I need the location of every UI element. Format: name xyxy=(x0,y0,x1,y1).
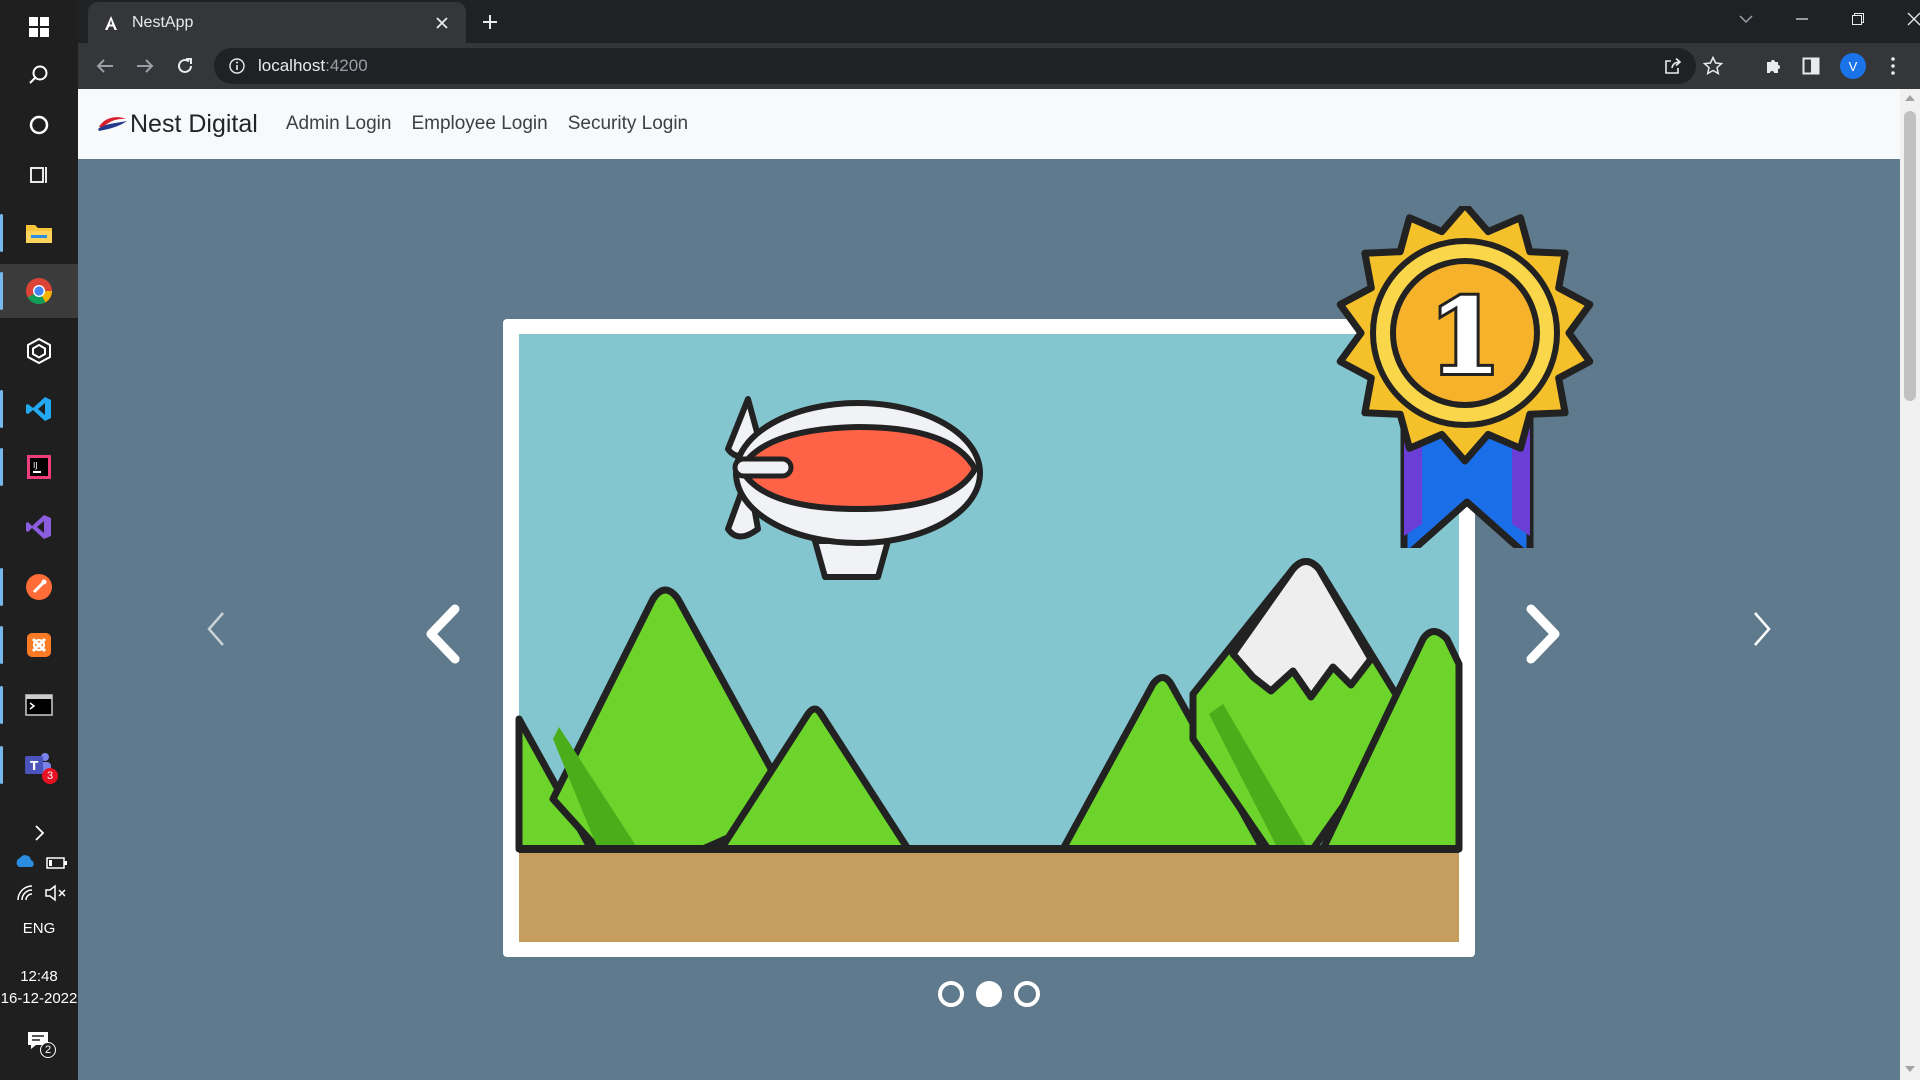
teams-icon[interactable]: T 3 xyxy=(0,738,78,792)
nav-employee-login[interactable]: Employee Login xyxy=(411,113,547,135)
share-icon[interactable] xyxy=(1658,51,1688,81)
nav-admin-login[interactable]: Admin Login xyxy=(286,113,392,135)
postman-icon[interactable] xyxy=(0,560,78,614)
xampp-icon[interactable] xyxy=(0,618,78,672)
show-hidden-icons-chevron-icon[interactable] xyxy=(0,806,78,860)
windows-taskbar: IJ T 3 ENG 12:48 16-12-2022 2 xyxy=(0,0,78,1080)
windows-start-icon[interactable] xyxy=(0,0,78,54)
nav-security-login[interactable]: Security Login xyxy=(568,113,688,135)
terminal-icon[interactable] xyxy=(0,678,78,732)
minimize-icon[interactable] xyxy=(1774,0,1830,38)
url-port: :4200 xyxy=(325,56,368,75)
tab-close-icon[interactable] xyxy=(432,13,452,33)
vscode-icon[interactable] xyxy=(0,382,78,436)
file-explorer-icon[interactable] xyxy=(0,206,78,260)
nest-digital-logo-icon xyxy=(98,117,127,131)
top-navbar: Nest Digital Admin Login Employee Login … xyxy=(78,89,1900,159)
clock-time[interactable]: 12:48 xyxy=(0,968,78,985)
page-scrollbar[interactable] xyxy=(1900,89,1920,1080)
scroll-up-arrow-icon[interactable] xyxy=(1905,95,1915,101)
carousel-indicator-dot[interactable] xyxy=(976,981,1002,1007)
teams-badge: 3 xyxy=(42,768,58,784)
scrollbar-thumb[interactable] xyxy=(1904,111,1916,401)
notification-center-icon[interactable]: 2 xyxy=(26,1030,56,1058)
url-host: localhost xyxy=(258,56,326,75)
angular-favicon-icon xyxy=(102,14,120,32)
search-icon[interactable] xyxy=(0,48,78,102)
site-info-icon[interactable] xyxy=(228,57,246,75)
address-bar[interactable]: localhost:4200 xyxy=(214,48,1696,84)
cube-app-icon[interactable] xyxy=(0,324,78,378)
language-indicator[interactable]: ENG xyxy=(0,920,78,937)
forward-arrow-icon[interactable] xyxy=(130,51,160,81)
volume-muted-icon[interactable] xyxy=(44,884,68,902)
medal-number: 1 xyxy=(1429,275,1501,398)
restore-icon[interactable] xyxy=(1830,0,1886,38)
browser-tab-strip: NestApp xyxy=(78,0,1920,43)
wifi-icon[interactable] xyxy=(16,884,38,902)
close-window-icon[interactable] xyxy=(1886,0,1920,38)
browser-toolbar: localhost:4200 V xyxy=(78,43,1920,89)
chrome-menu-kebab-icon[interactable] xyxy=(1878,51,1908,81)
carousel-prev-icon[interactable] xyxy=(196,599,236,659)
notification-badge: 2 xyxy=(40,1042,56,1058)
bookmark-star-icon[interactable] xyxy=(1698,51,1728,81)
chrome-icon[interactable] xyxy=(0,264,78,318)
navbar-brand[interactable]: Nest Digital xyxy=(96,110,258,139)
carousel-indicators xyxy=(938,981,1040,1007)
visual-studio-icon[interactable] xyxy=(0,500,78,554)
carousel-indicator-dot[interactable] xyxy=(938,981,964,1007)
first-place-medal-icon: 1 xyxy=(1336,206,1594,548)
carousel-slide-illustration xyxy=(503,319,1475,957)
svg-text:IJ: IJ xyxy=(33,461,38,470)
reload-icon[interactable] xyxy=(170,51,200,81)
carousel-next-icon[interactable] xyxy=(1742,599,1782,659)
task-view-icon[interactable] xyxy=(0,148,78,202)
image-carousel: 1 xyxy=(78,159,1900,1080)
extensions-puzzle-icon[interactable] xyxy=(1758,51,1788,81)
back-arrow-icon[interactable] xyxy=(90,51,120,81)
scroll-down-arrow-icon[interactable] xyxy=(1905,1066,1915,1072)
onedrive-icon[interactable] xyxy=(14,854,36,870)
page-viewport: Nest Digital Admin Login Employee Login … xyxy=(78,89,1900,1080)
carousel-indicator-dot[interactable] xyxy=(1014,981,1040,1007)
battery-icon[interactable] xyxy=(46,856,68,870)
intellij-icon[interactable]: IJ xyxy=(0,440,78,494)
browser-tab[interactable]: NestApp xyxy=(88,2,466,43)
clock-date[interactable]: 16-12-2022 xyxy=(0,990,78,1007)
brand-name: Nest Digital xyxy=(130,109,258,138)
tab-search-chevron-icon[interactable] xyxy=(1718,0,1774,38)
slide-prev-arrow-icon[interactable] xyxy=(418,599,468,669)
new-tab-plus-icon[interactable] xyxy=(476,8,504,36)
side-panel-icon[interactable] xyxy=(1796,51,1826,81)
svg-text:T: T xyxy=(30,759,39,773)
cortana-icon[interactable] xyxy=(0,98,78,152)
profile-avatar[interactable]: V xyxy=(1840,53,1866,79)
tab-title: NestApp xyxy=(132,13,194,31)
slide-next-arrow-icon[interactable] xyxy=(1518,599,1568,669)
